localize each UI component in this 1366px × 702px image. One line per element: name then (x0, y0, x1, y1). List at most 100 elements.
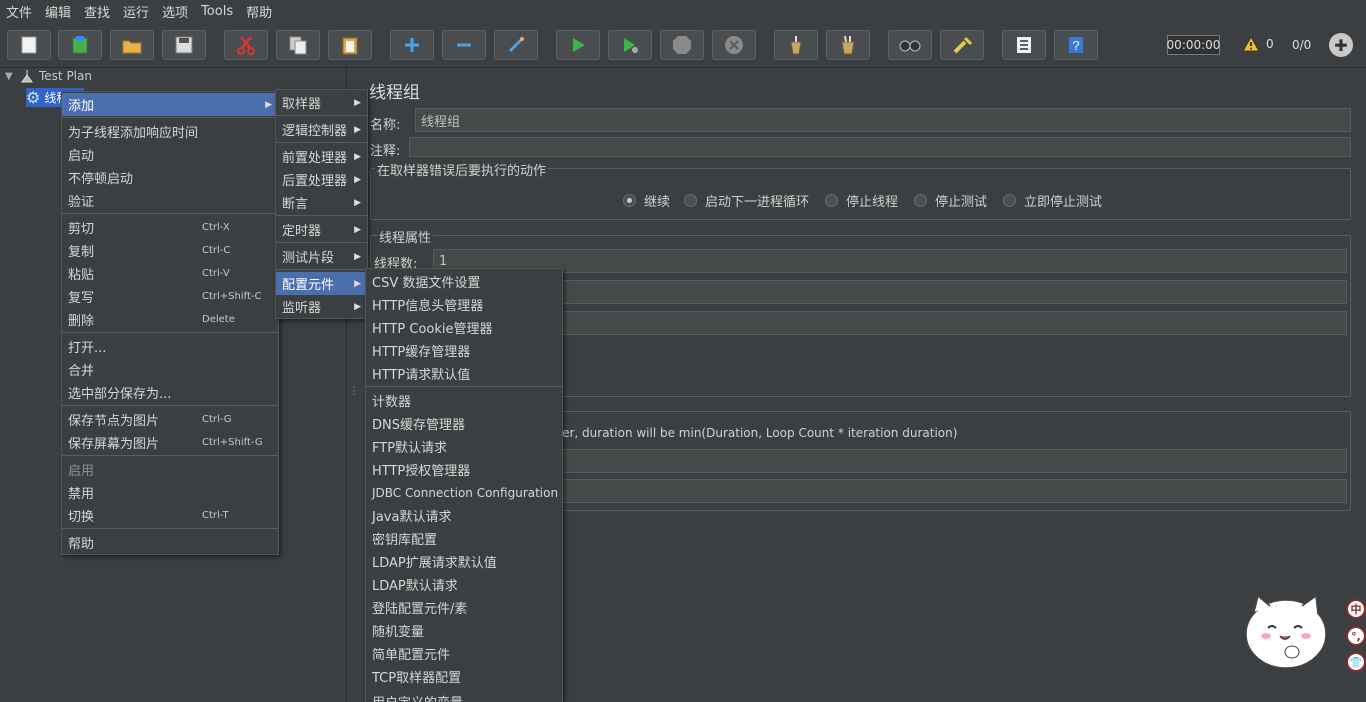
paste-icon[interactable] (328, 30, 372, 60)
config-item-jdbc-connection[interactable]: JDBC Connection Configuration (366, 481, 562, 504)
open-icon[interactable] (110, 30, 154, 60)
startup-delay-field[interactable] (562, 479, 1347, 503)
config-item-simple-config[interactable]: 简单配置元件 (366, 642, 562, 665)
remote-globe-icon[interactable]: ✚ (1329, 33, 1353, 57)
menu-search[interactable]: 查找 (84, 2, 110, 21)
radio-start-next-loop[interactable]: 启动下一进程循环 (684, 191, 809, 210)
warning-icon (1242, 36, 1260, 52)
menu-item-save-screen-image[interactable]: 保存屏幕为图片 Ctrl+Shift-G (62, 431, 278, 454)
cut-icon[interactable] (224, 30, 268, 60)
toggle-icon[interactable] (494, 30, 538, 60)
warning-counter[interactable]: 0 (1242, 36, 1274, 52)
menu-item-help[interactable]: 帮助 (62, 531, 278, 554)
menu-item-disable[interactable]: 禁用 (62, 481, 278, 504)
config-item-keystore[interactable]: 密钥库配置 (366, 527, 562, 550)
menu-item-cut[interactable]: 剪切 Ctrl-X (62, 216, 278, 239)
config-item-ftp-request-defaults[interactable]: FTP默认请求 (366, 435, 562, 458)
config-item-http-cookie-manager[interactable]: HTTP Cookie管理器 (366, 316, 562, 339)
menu-item-label: 前置处理器 (282, 151, 348, 166)
menu-item-delete[interactable]: 删除 Delete (62, 308, 278, 331)
menu-options[interactable]: 选项 (162, 2, 188, 21)
menu-item-paste[interactable]: 粘贴 Ctrl-V (62, 262, 278, 285)
menu-help[interactable]: 帮助 (246, 2, 272, 21)
menu-item-add[interactable]: 添加 ▶ (62, 93, 278, 116)
menu-tools[interactable]: Tools (201, 4, 233, 19)
comment-field[interactable] (409, 137, 1351, 157)
config-item-ldap-extended-defaults[interactable]: LDAP扩展请求默认值 (366, 550, 562, 573)
expand-caret-icon[interactable]: ▼ (5, 71, 15, 82)
start-icon[interactable] (556, 30, 600, 60)
reset-search-icon[interactable] (940, 30, 984, 60)
ime-skin-icon[interactable]: 👕 (1346, 652, 1366, 672)
tree-node-test-plan[interactable]: ▼ Test Plan (5, 69, 92, 83)
radio-continue[interactable]: 继续 (623, 191, 670, 210)
config-item-http-request-defaults[interactable]: HTTP请求默认值 (366, 362, 562, 385)
submenu-item-assertion[interactable]: 断言 ▶ (276, 191, 367, 214)
menu-edit[interactable]: 编辑 (45, 2, 71, 21)
menu-run[interactable]: 运行 (123, 2, 149, 21)
submenu-arrow-icon: ▶ (354, 151, 361, 162)
radio-stop-test-now[interactable]: 立即停止测试 (1003, 191, 1102, 210)
config-item-http-cache-manager[interactable]: HTTP缓存管理器 (366, 339, 562, 362)
menu-item-add-response-time[interactable]: 为子线程添加响应时间 (62, 120, 278, 143)
config-item-counter[interactable]: 计数器 (366, 389, 562, 412)
submenu-item-config-element[interactable]: 配置元件 ▶ (276, 272, 367, 295)
submenu-item-timer[interactable]: 定时器 ▶ (276, 218, 367, 241)
menu-item-toggle[interactable]: 切换 Ctrl-T (62, 504, 278, 527)
menu-item-copy[interactable]: 复制 Ctrl-C (62, 239, 278, 262)
menu-item-label: 取样器 (282, 97, 322, 112)
search-icon[interactable] (888, 30, 932, 60)
ime-chinese-indicator[interactable]: 中 (1346, 599, 1366, 619)
menu-item-duplicate[interactable]: 复写 Ctrl+Shift-C (62, 285, 278, 308)
config-item-ldap-request-defaults[interactable]: LDAP默认请求 (366, 573, 562, 596)
new-icon[interactable] (7, 30, 51, 60)
shutdown-icon[interactable] (712, 30, 756, 60)
collapse-icon[interactable] (442, 30, 486, 60)
save-icon[interactable] (162, 30, 206, 60)
menu-item-validate[interactable]: 验证 (62, 189, 278, 212)
menu-item-label: 为子线程添加响应时间 (68, 126, 199, 141)
duration-field[interactable] (562, 449, 1347, 473)
radio-stop-test[interactable]: 停止测试 (914, 191, 987, 210)
menu-item-save-selection-as[interactable]: 选中部分保存为... (62, 381, 278, 404)
menu-item-start-no-pause[interactable]: 不停顿启动 (62, 166, 278, 189)
name-field[interactable]: 线程组 (415, 108, 1351, 132)
menu-file[interactable]: 文件 (6, 2, 32, 21)
submenu-item-listener[interactable]: 监听器 ▶ (276, 295, 367, 318)
menu-item-open[interactable]: 打开... (62, 335, 278, 358)
loop-count-field[interactable] (562, 311, 1347, 335)
threads-field[interactable]: 1 (433, 249, 1347, 273)
stop-icon[interactable] (660, 30, 704, 60)
submenu-item-test-fragment[interactable]: 测试片段 ▶ (276, 245, 367, 268)
expand-icon[interactable] (390, 30, 434, 60)
templates-icon[interactable] (58, 30, 102, 60)
submenu-item-logic-controller[interactable]: 逻辑控制器 ▶ (276, 118, 367, 141)
config-item-tcp-sampler-config[interactable]: TCP取样器配置 (366, 665, 562, 688)
config-item-login-config[interactable]: 登陆配置元件/素 (366, 596, 562, 619)
config-item-java-request-defaults[interactable]: Java默认请求 (366, 504, 562, 527)
ime-punctuation-indicator[interactable]: °, (1346, 626, 1366, 646)
config-item-user-defined-variables[interactable]: 用户定义的变量 (366, 688, 562, 702)
submenu-item-sampler[interactable]: 取样器 ▶ (276, 91, 367, 114)
copy-icon[interactable] (276, 30, 320, 60)
ramp-up-field[interactable] (562, 280, 1347, 304)
clear-icon[interactable] (774, 30, 818, 60)
config-item-http-header-manager[interactable]: HTTP信息头管理器 (366, 293, 562, 316)
radio-stop-thread[interactable]: 停止线程 (825, 191, 898, 210)
config-item-csv-data-set[interactable]: CSV 数据文件设置 (366, 270, 562, 293)
submenu-item-pre-processor[interactable]: 前置处理器 ▶ (276, 145, 367, 168)
menu-item-merge[interactable]: 合并 (62, 358, 278, 381)
config-item-random-variable[interactable]: 随机变量 (366, 619, 562, 642)
menu-item-start[interactable]: 启动 (62, 143, 278, 166)
menu-item-enable[interactable]: 启用 (62, 458, 278, 481)
submenu-item-post-processor[interactable]: 后置处理器 ▶ (276, 168, 367, 191)
config-item-http-authorization-manager[interactable]: HTTP授权管理器 (366, 458, 562, 481)
menu-item-label: 密钥库配置 (372, 533, 438, 548)
clear-all-icon[interactable] (826, 30, 870, 60)
menu-item-label: LDAP默认请求 (372, 579, 458, 594)
menu-item-save-node-image[interactable]: 保存节点为图片 Ctrl-G (62, 408, 278, 431)
config-item-dns-cache-manager[interactable]: DNS缓存管理器 (366, 412, 562, 435)
function-helper-icon[interactable] (1002, 30, 1046, 60)
start-no-pause-icon[interactable] (608, 30, 652, 60)
help-icon[interactable]: ? (1054, 30, 1098, 60)
